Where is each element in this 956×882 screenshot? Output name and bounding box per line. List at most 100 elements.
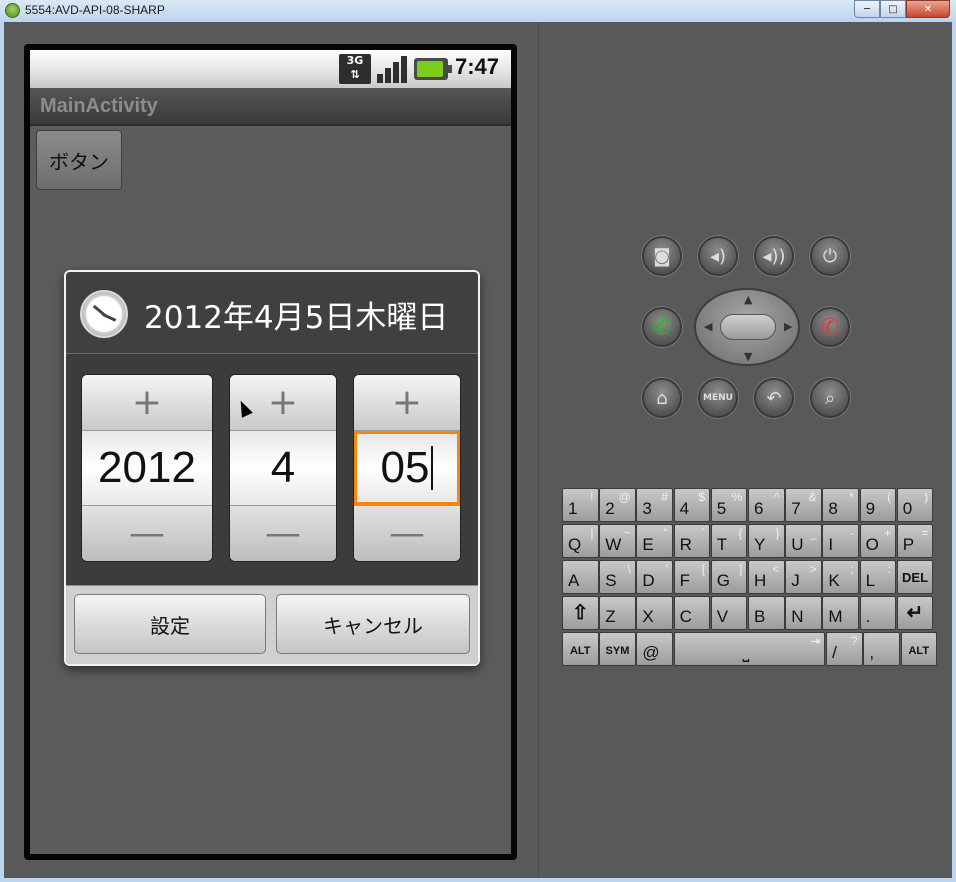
key-alt-label: |: [590, 526, 594, 540]
key-row1-4[interactable]: 5%: [710, 488, 748, 522]
key-row4-6[interactable]: N: [785, 596, 822, 630]
key-row2-4[interactable]: T{: [710, 524, 748, 558]
key-alt-label: ⇥: [810, 634, 821, 648]
main-button[interactable]: ボタン: [36, 130, 122, 190]
key-row2-3[interactable]: R `: [673, 524, 711, 558]
day-decrement-button[interactable]: —: [354, 505, 460, 561]
key-row5-0[interactable]: ALT: [562, 632, 599, 666]
key-label: E: [642, 535, 654, 554]
key-row2-2[interactable]: E ": [636, 524, 673, 558]
key-label: ALT: [569, 645, 591, 657]
key-row4-9[interactable]: ↵: [896, 596, 934, 630]
year-decrement-button[interactable]: —: [82, 505, 212, 561]
key-row4-2[interactable]: X: [636, 596, 673, 630]
volume-down-icon[interactable]: ◂): [698, 236, 738, 276]
month-value[interactable]: 4: [230, 431, 336, 505]
key-row5-5[interactable]: ,: [863, 632, 900, 666]
key-row2-5[interactable]: Y}: [748, 524, 785, 558]
cancel-button[interactable]: キャンセル: [276, 594, 470, 654]
dpad-left-icon[interactable]: ◀: [704, 320, 712, 333]
key-row1-7[interactable]: 8 *: [822, 488, 859, 522]
key-row1-0[interactable]: 1!: [562, 488, 599, 522]
day-increment-button[interactable]: +: [354, 375, 460, 431]
key-alt-label: !: [590, 490, 594, 504]
end-call-icon[interactable]: ✆: [810, 307, 850, 347]
minimize-button[interactable]: ─: [854, 0, 880, 18]
day-value: 05: [380, 443, 430, 492]
maximize-button[interactable]: □: [880, 0, 906, 18]
search-icon[interactable]: ⌕: [810, 378, 850, 418]
back-icon[interactable]: ↶: [754, 378, 794, 418]
key-row3-8[interactable]: L:: [859, 560, 897, 594]
key-label: /: [832, 643, 837, 662]
key-row2-0[interactable]: Q |: [562, 524, 599, 558]
key-row1-5[interactable]: 6 ^: [748, 488, 785, 522]
day-input[interactable]: 05: [354, 431, 460, 505]
emulator-body: 3G ⇅ 7:47 MainActivity ボタン 2012年4月5日木曜日 …: [4, 22, 952, 878]
key-row4-1[interactable]: Z: [599, 596, 636, 630]
key-row5-1[interactable]: SYM: [599, 632, 636, 666]
menu-button[interactable]: MENU: [698, 378, 738, 418]
key-row2-8[interactable]: O +: [859, 524, 897, 558]
key-row1-1[interactable]: 2 @: [599, 488, 636, 522]
key-row2-7[interactable]: I-: [822, 524, 859, 558]
home-icon[interactable]: ⌂: [642, 378, 682, 418]
key-row4-5[interactable]: B: [748, 596, 785, 630]
key-label: 1: [568, 499, 578, 518]
key-label: SYM: [605, 645, 630, 657]
key-row5-4[interactable]: /?: [826, 632, 863, 666]
window-titlebar[interactable]: 5554:AVD-API-08-SHARP ─ □ ✕: [0, 0, 956, 22]
key-row4-8[interactable]: .: [859, 596, 897, 630]
key-alt-label: :: [887, 562, 892, 576]
phone-screen[interactable]: 3G ⇅ 7:47 MainActivity ボタン 2012年4月5日木曜日 …: [30, 50, 511, 854]
call-icon[interactable]: ✆: [642, 307, 682, 347]
key-row2-9[interactable]: P =: [896, 524, 934, 558]
key-label: Y: [754, 535, 766, 554]
key-label: ,: [869, 643, 875, 662]
key-row3-7[interactable]: K;: [822, 560, 859, 594]
key-row3-4[interactable]: G]: [710, 560, 748, 594]
dialog-title: 2012年4月5日木曜日: [144, 300, 449, 336]
dpad-down-icon[interactable]: ▼: [744, 350, 752, 363]
dpad-right-icon[interactable]: ▶: [784, 320, 792, 333]
key-row1-8[interactable]: 9(: [859, 488, 897, 522]
month-decrement-button[interactable]: —: [230, 505, 336, 561]
camera-icon[interactable]: ◙: [642, 236, 682, 276]
key-label: W: [605, 535, 622, 554]
key-alt-label: &: [808, 490, 817, 504]
key-row5-2[interactable]: @: [636, 632, 673, 666]
set-button[interactable]: 設定: [74, 594, 266, 654]
key-row5-6[interactable]: ALT: [900, 632, 938, 666]
key-row3-9[interactable]: DEL: [896, 560, 934, 594]
power-icon[interactable]: ⏻: [810, 236, 850, 276]
dpad[interactable]: ▲ ▼ ◀ ▶: [694, 288, 800, 366]
key-row3-1[interactable]: S \: [599, 560, 636, 594]
key-row4-3[interactable]: C: [673, 596, 711, 630]
key-row2-6[interactable]: U _: [785, 524, 822, 558]
key-row4-0[interactable]: ⇧: [562, 596, 599, 630]
key-row3-3[interactable]: F[: [673, 560, 711, 594]
key-alt-label: ?: [850, 634, 858, 648]
key-row3-5[interactable]: H <: [748, 560, 785, 594]
key-alt-label: ': [665, 562, 668, 576]
dpad-up-icon[interactable]: ▲: [744, 293, 752, 306]
key-row1-2[interactable]: 3 #: [636, 488, 673, 522]
key-label: A: [568, 571, 580, 590]
key-row1-6[interactable]: 7 &: [785, 488, 822, 522]
volume-up-icon[interactable]: ◂)): [754, 236, 794, 276]
close-button[interactable]: ✕: [906, 0, 950, 18]
key-row3-0[interactable]: A: [562, 560, 599, 594]
key-row3-6[interactable]: J >: [785, 560, 822, 594]
key-row3-2[interactable]: D ': [636, 560, 673, 594]
key-row1-3[interactable]: 4 $: [673, 488, 711, 522]
key-row4-4[interactable]: V: [710, 596, 748, 630]
year-increment-button[interactable]: +: [82, 375, 212, 431]
dpad-center-button[interactable]: [720, 314, 776, 340]
key-row4-7[interactable]: M: [822, 596, 859, 630]
key-row2-1[interactable]: W ~: [599, 524, 636, 558]
key-row1-9[interactable]: 0): [896, 488, 934, 522]
date-picker-dialog: 2012年4月5日木曜日 + 2012 — + 4 — + 05 — 設定 キャ…: [64, 270, 480, 666]
year-value[interactable]: 2012: [82, 431, 212, 505]
key-label: DEL: [902, 570, 929, 585]
space-key[interactable]: ⎵ ⇥: [673, 632, 826, 666]
